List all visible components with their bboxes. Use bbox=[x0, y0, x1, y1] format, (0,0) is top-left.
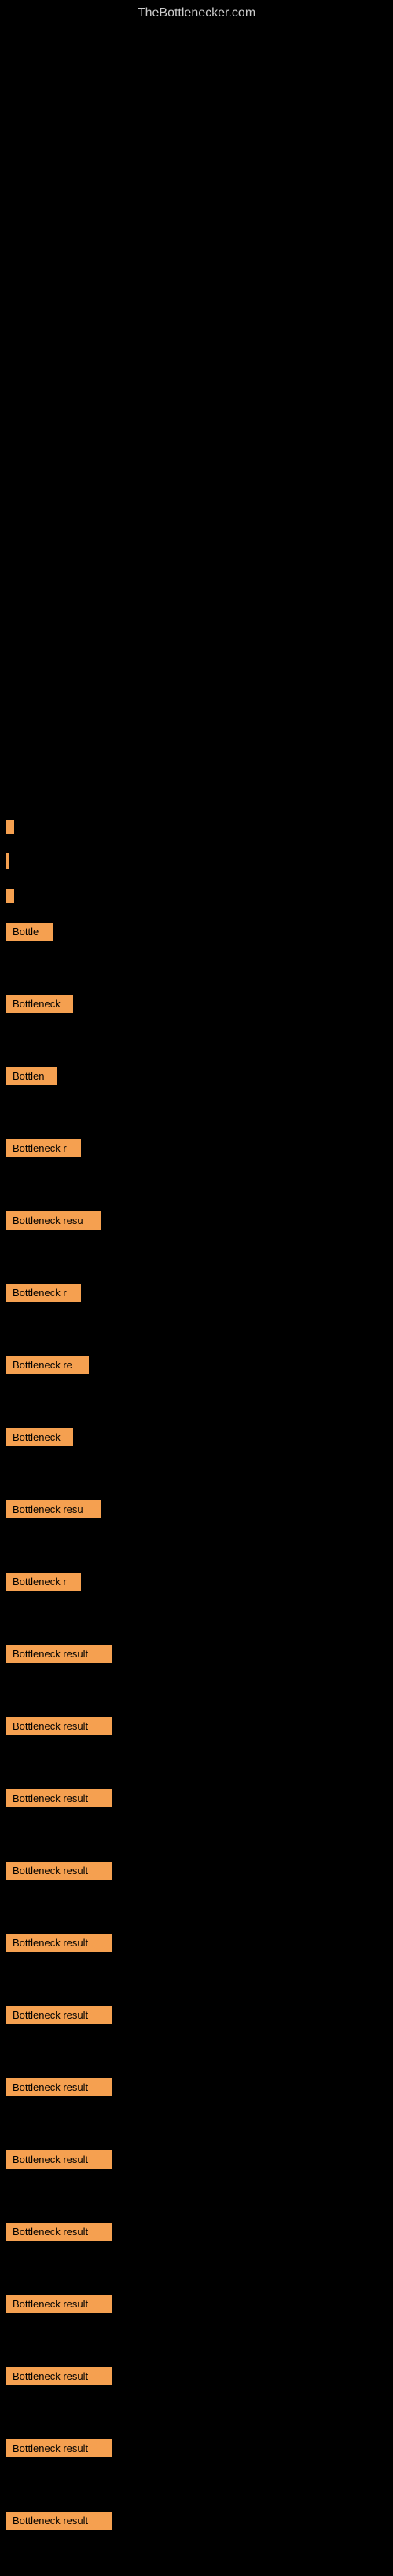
bottleneck-label-r5: Bottleneck resu bbox=[6, 1211, 101, 1230]
bottleneck-label-r13: Bottleneck result bbox=[6, 1789, 112, 1807]
result-row-r13: Bottleneck result bbox=[0, 1781, 393, 1814]
marker-1 bbox=[6, 820, 14, 834]
result-row-r17: Bottleneck result bbox=[0, 2070, 393, 2103]
marker-2 bbox=[6, 853, 9, 869]
result-row-r19: Bottleneck result bbox=[0, 2215, 393, 2248]
result-row-r20: Bottleneck result bbox=[0, 2287, 393, 2320]
bottleneck-label-r21: Bottleneck result bbox=[6, 2367, 112, 2385]
bottleneck-label-r12: Bottleneck result bbox=[6, 1717, 112, 1735]
bottleneck-label-r23: Bottleneck result bbox=[6, 2512, 112, 2530]
bottleneck-label-r4: Bottleneck r bbox=[6, 1139, 81, 1157]
bottleneck-label-r1: Bottle bbox=[6, 923, 53, 941]
bottleneck-label-r22: Bottleneck result bbox=[6, 2439, 112, 2457]
result-row-r5: Bottleneck resu bbox=[0, 1204, 393, 1237]
bottleneck-label-r8: Bottleneck bbox=[6, 1428, 73, 1446]
results-container: Bottle Bottleneck Bottlen Bottleneck r Bottl… bbox=[0, 915, 393, 2576]
bottleneck-label-r3: Bottlen bbox=[6, 1067, 57, 1085]
bottleneck-label-r18: Bottleneck result bbox=[6, 2150, 112, 2169]
result-row-r9: Bottleneck resu bbox=[0, 1493, 393, 1526]
result-row-r2: Bottleneck bbox=[0, 987, 393, 1020]
result-row-r18: Bottleneck result bbox=[0, 2143, 393, 2176]
result-row-r6: Bottleneck r bbox=[0, 1276, 393, 1309]
result-row-r23: Bottleneck result bbox=[0, 2504, 393, 2537]
bottleneck-label-r9: Bottleneck resu bbox=[6, 1500, 101, 1518]
bottleneck-label-r11: Bottleneck result bbox=[6, 1645, 112, 1663]
bottleneck-label-r19: Bottleneck result bbox=[6, 2223, 112, 2241]
marker-3 bbox=[6, 889, 14, 903]
result-row-r8: Bottleneck bbox=[0, 1420, 393, 1453]
result-row-r3: Bottlen bbox=[0, 1059, 393, 1092]
black-area bbox=[0, 27, 393, 812]
bottleneck-label-r14: Bottleneck result bbox=[6, 1862, 112, 1880]
result-row-r16: Bottleneck result bbox=[0, 1998, 393, 2031]
result-row-r12: Bottleneck result bbox=[0, 1709, 393, 1742]
bottleneck-label-r2: Bottleneck bbox=[6, 995, 73, 1013]
bottleneck-label-r15: Bottleneck result bbox=[6, 1934, 112, 1952]
bottleneck-label-r17: Bottleneck result bbox=[6, 2078, 112, 2096]
result-row-r14: Bottleneck result bbox=[0, 1854, 393, 1887]
markers-area bbox=[0, 812, 393, 915]
result-row-r22: Bottleneck result bbox=[0, 2432, 393, 2465]
result-row-r11: Bottleneck result bbox=[0, 1637, 393, 1670]
bottleneck-label-r6: Bottleneck r bbox=[6, 1284, 81, 1302]
site-title: TheBottlenecker.com bbox=[0, 0, 393, 27]
bottleneck-label-r7: Bottleneck re bbox=[6, 1356, 89, 1374]
result-row-r15: Bottleneck result bbox=[0, 1926, 393, 1959]
result-row-r7: Bottleneck re bbox=[0, 1348, 393, 1381]
result-row-r4: Bottleneck r bbox=[0, 1131, 393, 1164]
result-row-r21: Bottleneck result bbox=[0, 2359, 393, 2392]
result-row-r1: Bottle bbox=[0, 915, 393, 948]
bottleneck-label-r16: Bottleneck result bbox=[6, 2006, 112, 2024]
result-row-r10: Bottleneck r bbox=[0, 1565, 393, 1598]
bottleneck-label-r20: Bottleneck result bbox=[6, 2295, 112, 2313]
bottleneck-label-r10: Bottleneck r bbox=[6, 1573, 81, 1591]
